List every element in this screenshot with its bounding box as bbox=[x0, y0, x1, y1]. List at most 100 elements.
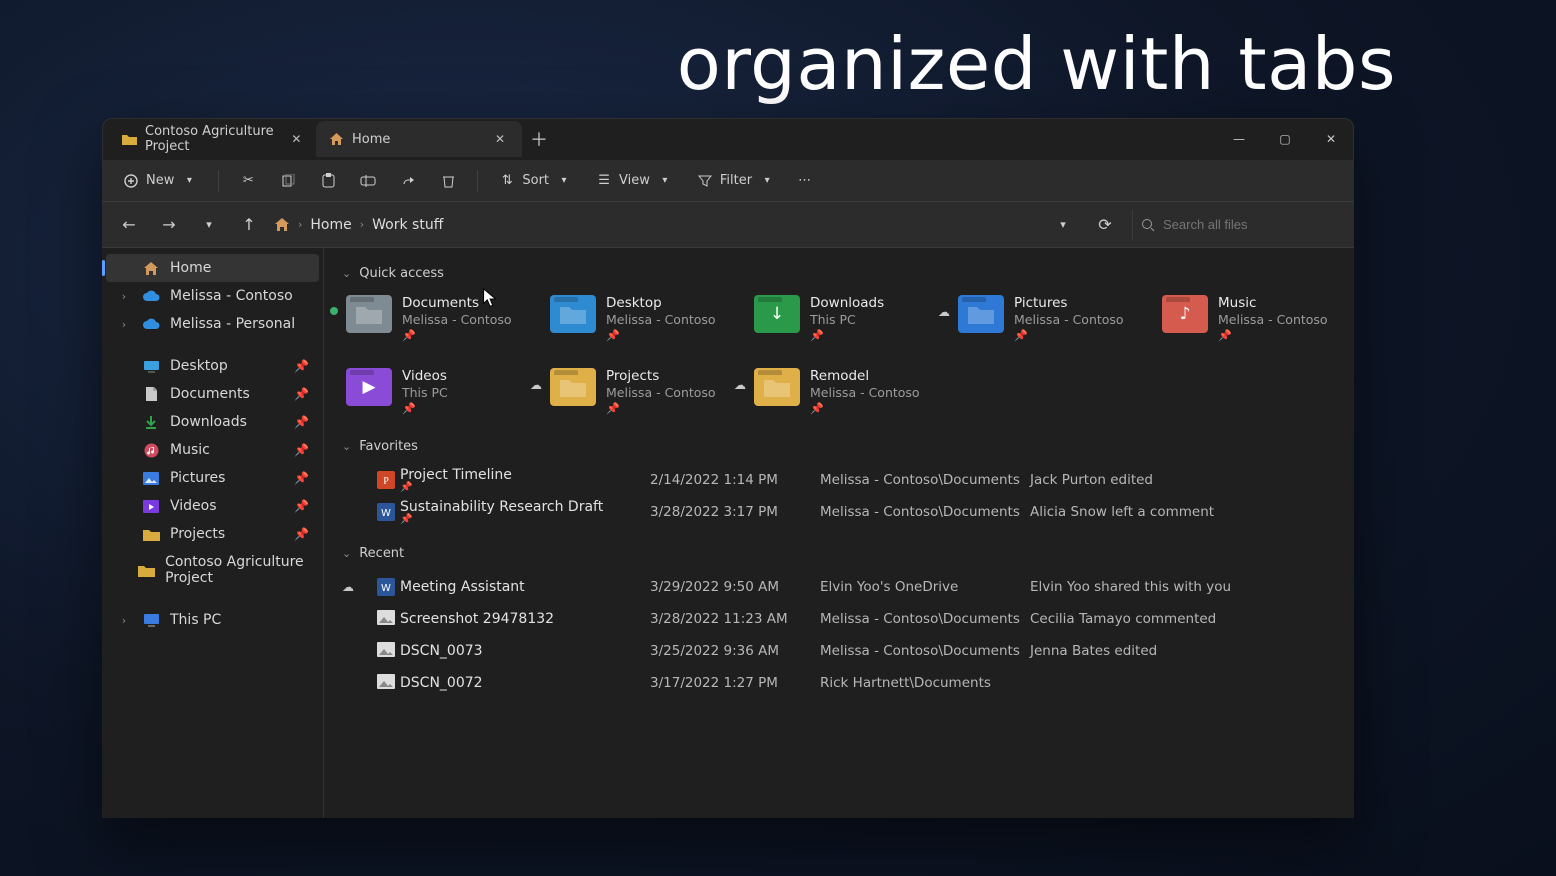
quick-access-item[interactable]: ▶ Videos This PC 📌 bbox=[342, 364, 542, 419]
breadcrumb[interactable]: › Home › Work stuff bbox=[274, 217, 1038, 233]
file-row[interactable]: DSCN_0072 3/17/2022 1:27 PM Rick Hartnet… bbox=[342, 667, 1336, 699]
section-recent[interactable]: ⌄ Recent bbox=[342, 546, 1336, 561]
filter-icon bbox=[696, 172, 714, 190]
pin-icon: 📌 bbox=[294, 527, 309, 541]
section-favorites[interactable]: ⌄ Favorites bbox=[342, 439, 1336, 454]
sort-button[interactable]: ⇅ Sort ▾ bbox=[490, 168, 581, 194]
up-button[interactable]: ↑ bbox=[234, 210, 264, 240]
pin-icon: 📌 bbox=[606, 329, 716, 342]
folder-title: Remodel bbox=[810, 368, 920, 385]
pin-icon: 📌 bbox=[294, 499, 309, 513]
search-box[interactable] bbox=[1132, 210, 1342, 240]
search-input[interactable] bbox=[1163, 217, 1339, 232]
view-icon: ☰ bbox=[595, 172, 613, 190]
folder-title: Projects bbox=[606, 368, 716, 385]
sidebar-item-downloads[interactable]: Downloads 📌 bbox=[106, 408, 319, 436]
sidebar-label: Home bbox=[170, 260, 211, 276]
sidebar-item-account-personal[interactable]: › Melissa - Personal bbox=[106, 310, 319, 338]
filter-button[interactable]: Filter ▾ bbox=[688, 168, 784, 194]
presentation-heading: organized with tabs bbox=[677, 22, 1396, 106]
sidebar-label: Downloads bbox=[170, 414, 247, 430]
back-button[interactable]: ← bbox=[114, 210, 144, 240]
section-quick-access[interactable]: ⌄ Quick access bbox=[342, 266, 1336, 281]
sidebar-item-account-contoso[interactable]: › Melissa - Contoso bbox=[106, 282, 319, 310]
file-row[interactable]: W Sustainability Research Draft📌 3/28/20… bbox=[342, 496, 1336, 528]
new-button[interactable]: New ▾ bbox=[114, 168, 206, 194]
file-type-icon: P bbox=[377, 471, 395, 489]
sidebar-item-pictures[interactable]: Pictures 📌 bbox=[106, 464, 319, 492]
quick-access-item[interactable]: ☁ Projects Melissa - Contoso 📌 bbox=[546, 364, 746, 419]
breadcrumb-home[interactable]: Home bbox=[310, 217, 351, 233]
expand-icon[interactable]: › bbox=[116, 614, 132, 627]
folder-title: Documents bbox=[402, 295, 512, 312]
sidebar-item-project[interactable]: Contoso Agriculture Project bbox=[106, 548, 319, 592]
svg-text:W: W bbox=[381, 583, 391, 594]
section-label: Favorites bbox=[359, 439, 418, 454]
tab-close-button[interactable]: ✕ bbox=[490, 129, 510, 149]
svg-text:W: W bbox=[381, 508, 391, 519]
address-dropdown-button[interactable]: ▾ bbox=[1048, 210, 1078, 240]
file-activity: Jenna Bates edited bbox=[1030, 643, 1336, 659]
file-row[interactable]: DSCN_0073 3/25/2022 9:36 AM Melissa - Co… bbox=[342, 635, 1336, 667]
folder-title: Pictures bbox=[1014, 295, 1124, 312]
address-bar: ← → ▾ ↑ › Home › Work stuff ▾ ⟳ bbox=[102, 202, 1354, 248]
quick-access-item[interactable]: ↓ Downloads This PC 📌 bbox=[750, 291, 950, 346]
sidebar-item-videos[interactable]: Videos 📌 bbox=[106, 492, 319, 520]
file-activity: Alicia Snow left a comment bbox=[1030, 504, 1336, 520]
folder-title: Desktop bbox=[606, 295, 716, 312]
chevron-down-icon: ⌄ bbox=[342, 547, 351, 560]
sidebar-item-this-pc[interactable]: › This PC bbox=[106, 606, 319, 634]
cloud-status-icon: ☁ bbox=[734, 378, 746, 392]
file-date: 3/28/2022 11:23 AM bbox=[650, 611, 820, 627]
chevron-down-icon: ⌄ bbox=[342, 267, 351, 280]
refresh-button[interactable]: ⟳ bbox=[1090, 210, 1120, 240]
cut-button[interactable]: ✂ bbox=[231, 168, 265, 194]
file-location: Melissa - Contoso\Documents bbox=[820, 643, 1030, 659]
chevron-down-icon: ▾ bbox=[758, 172, 776, 190]
sidebar-item-projects[interactable]: Projects 📌 bbox=[106, 520, 319, 548]
forward-button[interactable]: → bbox=[154, 210, 184, 240]
chevron-right-icon: › bbox=[360, 218, 364, 231]
sidebar-item-music[interactable]: Music 📌 bbox=[106, 436, 319, 464]
expand-icon[interactable]: › bbox=[116, 318, 132, 331]
new-tab-button[interactable]: ＋ bbox=[522, 124, 556, 154]
close-window-button[interactable]: ✕ bbox=[1308, 118, 1354, 160]
quick-access-item[interactable]: ♪ Music Melissa - Contoso 📌 bbox=[1158, 291, 1354, 346]
sidebar-label: Contoso Agriculture Project bbox=[165, 554, 309, 586]
quick-access-item[interactable]: ☁ Remodel Melissa - Contoso 📌 bbox=[750, 364, 950, 419]
paste-button[interactable] bbox=[311, 168, 345, 194]
file-date: 3/29/2022 9:50 AM bbox=[650, 579, 820, 595]
folder-location: Melissa - Contoso bbox=[606, 385, 716, 400]
tab-close-button[interactable]: ✕ bbox=[289, 129, 304, 149]
tab-contoso[interactable]: Contoso Agriculture Project ✕ bbox=[110, 121, 316, 157]
sidebar-item-documents[interactable]: Documents 📌 bbox=[106, 380, 319, 408]
pin-icon: 📌 bbox=[294, 471, 309, 485]
file-location: Melissa - Contoso\Documents bbox=[820, 472, 1030, 488]
share-button[interactable] bbox=[391, 168, 425, 194]
copy-button[interactable] bbox=[271, 168, 305, 194]
sidebar-label: This PC bbox=[170, 612, 221, 628]
quick-access-item[interactable]: Desktop Melissa - Contoso 📌 bbox=[546, 291, 746, 346]
tab-home[interactable]: Home ✕ bbox=[316, 121, 522, 157]
view-button[interactable]: ☰ View ▾ bbox=[587, 168, 682, 194]
recent-locations-button[interactable]: ▾ bbox=[194, 210, 224, 240]
sidebar-label: Documents bbox=[170, 386, 250, 402]
sidebar-item-home[interactable]: Home bbox=[106, 254, 319, 282]
quick-access-item[interactable]: Documents Melissa - Contoso 📌 bbox=[342, 291, 542, 346]
quick-access-item[interactable]: ☁ Pictures Melissa - Contoso 📌 bbox=[954, 291, 1154, 346]
breadcrumb-workstuff[interactable]: Work stuff bbox=[372, 217, 443, 233]
file-date: 3/17/2022 1:27 PM bbox=[650, 675, 820, 691]
file-row[interactable]: P Project Timeline📌 2/14/2022 1:14 PM Me… bbox=[342, 464, 1336, 496]
this-pc-icon bbox=[142, 613, 160, 627]
more-button[interactable]: ⋯ bbox=[790, 169, 819, 192]
file-row[interactable]: ☁ W Meeting Assistant 3/29/2022 9:50 AM … bbox=[342, 571, 1336, 603]
expand-icon[interactable]: › bbox=[116, 290, 132, 303]
delete-button[interactable] bbox=[431, 168, 465, 194]
tab-label: Contoso Agriculture Project bbox=[145, 124, 281, 154]
rename-button[interactable] bbox=[351, 168, 385, 194]
file-type-icon: W bbox=[377, 503, 395, 521]
sidebar-item-desktop[interactable]: Desktop 📌 bbox=[106, 352, 319, 380]
minimize-button[interactable]: — bbox=[1216, 118, 1262, 160]
maximize-button[interactable]: ▢ bbox=[1262, 118, 1308, 160]
file-row[interactable]: Screenshot 29478132 3/28/2022 11:23 AM M… bbox=[342, 603, 1336, 635]
